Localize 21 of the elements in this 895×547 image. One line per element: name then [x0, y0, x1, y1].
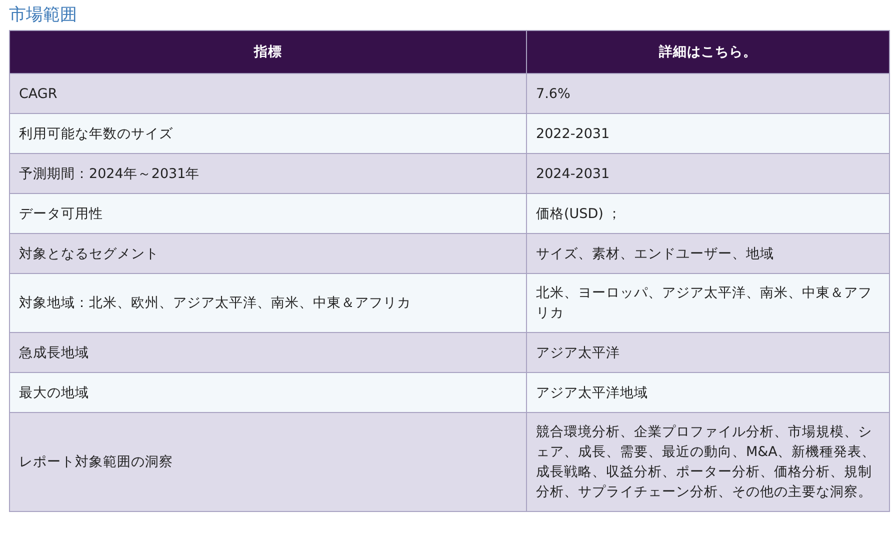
table-cell: レポート対象範囲の洞察: [10, 412, 526, 512]
table-cell: 競合環境分析、企業プロファイル分析、市場規模、シェア、成長、需要、最近の動向、M&A、新機種発表、成長戦略、収益分析、ポーター分析、価格分析、規制分析、サプライチェーン分析、その他の主要な洞察。: [526, 412, 890, 512]
table-cell: 2022-2031: [526, 114, 890, 154]
table-cell: アジア太平洋: [526, 332, 890, 372]
column-header: 詳細はこちら。: [526, 30, 890, 74]
table-cell: 価格(USD) ；: [526, 194, 890, 234]
table-cell: 7.6%: [526, 74, 890, 114]
table-cell: CAGR: [10, 74, 526, 114]
section-title: 市場範囲: [8, 4, 78, 27]
table-cell: 2024-2031: [526, 154, 890, 194]
table-cell: 最大の地域: [10, 372, 526, 412]
table-cell: 対象となるセグメント: [10, 234, 526, 274]
table-cell: データ可用性: [10, 194, 526, 234]
table-cell: 急成長地域: [10, 332, 526, 372]
table-cell: 北米、ヨーロッパ、アジア太平洋、南米、中東＆アフリカ: [526, 274, 890, 332]
table-cell: サイズ、素材、エンドユーザー、地域: [526, 234, 890, 274]
column-header: 指標: [10, 30, 526, 74]
table-cell: 対象地域：北米、欧州、アジア太平洋、南米、中東＆アフリカ: [10, 274, 526, 332]
table-cell: アジア太平洋地域: [526, 372, 890, 412]
table-cell: 予測期間：2024年～2031年: [10, 154, 526, 194]
table-cell: 利用可能な年数のサイズ: [10, 114, 526, 154]
